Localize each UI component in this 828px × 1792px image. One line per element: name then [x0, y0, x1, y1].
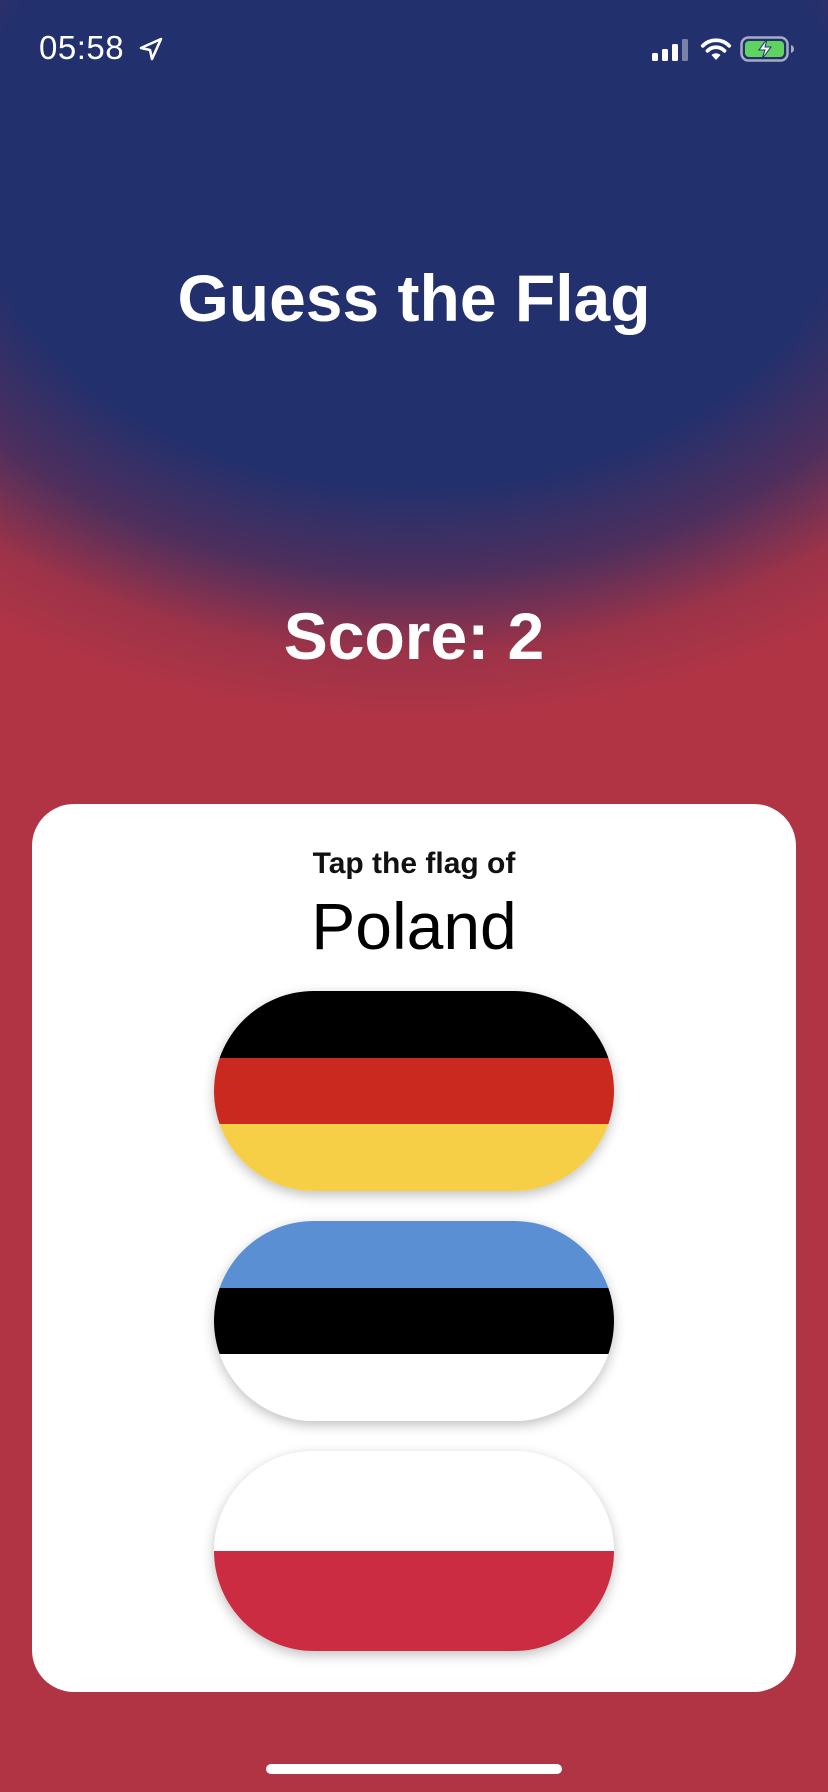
location-arrow-icon — [139, 37, 163, 61]
status-bar: 05:58 — [0, 0, 828, 100]
battery-charging-icon — [740, 36, 794, 62]
status-time: 05:58 — [39, 29, 125, 66]
flag-button-germany[interactable] — [214, 991, 614, 1191]
flag-stripe — [214, 991, 614, 1058]
flag-stripe — [214, 1287, 614, 1355]
prompt-label: Tap the flag of — [312, 847, 516, 880]
flag-stripe — [214, 1354, 614, 1421]
flag-button-estonia[interactable] — [214, 1221, 614, 1421]
flag-stripe — [214, 1551, 614, 1651]
flag-stripe — [214, 1057, 614, 1125]
cellular-signal-icon — [652, 39, 688, 61]
home-indicator[interactable] — [266, 1764, 562, 1774]
target-country-name: Poland — [311, 889, 517, 963]
page-title: Guess the Flag — [177, 261, 651, 335]
score-label: Score: 2 — [283, 599, 545, 673]
flag-button-poland[interactable] — [214, 1451, 614, 1651]
wifi-icon — [700, 38, 732, 60]
flag-stripe — [214, 1451, 614, 1551]
question-card: Tap the flag of Poland — [32, 804, 796, 1692]
flag-stripe — [214, 1124, 614, 1191]
flag-stripe — [214, 1221, 614, 1288]
